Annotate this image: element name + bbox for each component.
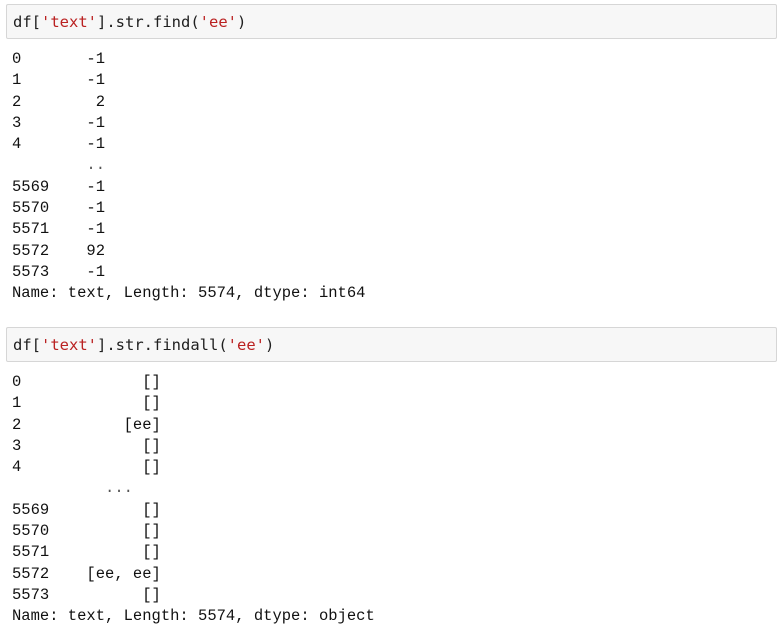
output-row: 5570 []: [12, 522, 161, 541]
output-ellipsis: ...: [12, 479, 133, 498]
output-findall: 0 [] 1 [] 2 [ee] 3 [] 4 [] ... 5569 [] 5570 []…: [12, 372, 375, 628]
output-row: 0 []: [12, 373, 161, 391]
code-method-find: ].str.find(: [97, 13, 200, 31]
output-row: 1 -1: [12, 71, 106, 90]
output-row: 5571 -1: [12, 220, 106, 239]
code-string-text: 'text': [41, 13, 97, 31]
output-row: 5572 [ee, ee]: [12, 564, 161, 583]
output-find: 0 -1 1 -1 2 2 3 -1 4 -1 .. 5569 -1 5570 -1 5571…: [12, 49, 365, 305]
output-row: 2 2: [12, 92, 106, 111]
code-cell-find[interactable]: df['text'].str.find('ee'): [6, 4, 777, 39]
output-row: 5572 92: [12, 241, 106, 260]
output-row: 0 -1: [12, 50, 106, 68]
output-ellipsis: ..: [12, 156, 106, 175]
code-string-ee: 'ee': [227, 336, 265, 354]
output-row: 5571 []: [12, 543, 161, 562]
output-row: 1 []: [12, 394, 161, 413]
output-row: 4 []: [12, 458, 161, 477]
code-string-ee: 'ee': [199, 13, 237, 31]
output-row: 3 []: [12, 436, 161, 455]
output-row: 5573 []: [12, 585, 161, 604]
code-suffix: ): [236, 13, 247, 31]
output-row: 5569 []: [12, 500, 161, 519]
output-row: 5569 -1: [12, 177, 106, 196]
output-summary: Name: text, Length: 5574, dtype: int64: [12, 284, 366, 303]
output-row: 5570 -1: [12, 199, 106, 218]
code-method-findall: ].str.findall(: [97, 336, 228, 354]
code-line-find: df['text'].str.find('ee'): [13, 13, 246, 31]
output-row: 5573 -1: [12, 262, 106, 281]
output-summary: Name: text, Length: 5574, dtype: object: [12, 607, 375, 626]
code-prefix: df[: [13, 13, 41, 31]
output-row: 3 -1: [12, 113, 106, 132]
notebook: df['text'].str.find('ee') 0 -1 1 -1 2 23 -…: [0, 0, 781, 626]
code-suffix: ): [264, 336, 275, 354]
code-prefix: df[: [13, 336, 41, 354]
output-row: 4 -1: [12, 135, 106, 154]
code-line-findall: df['text'].str.findall('ee'): [13, 336, 274, 354]
output-row: 2 [ee]: [12, 415, 161, 434]
code-string-text: 'text': [41, 336, 97, 354]
code-cell-findall[interactable]: df['text'].str.findall('ee'): [6, 327, 777, 362]
